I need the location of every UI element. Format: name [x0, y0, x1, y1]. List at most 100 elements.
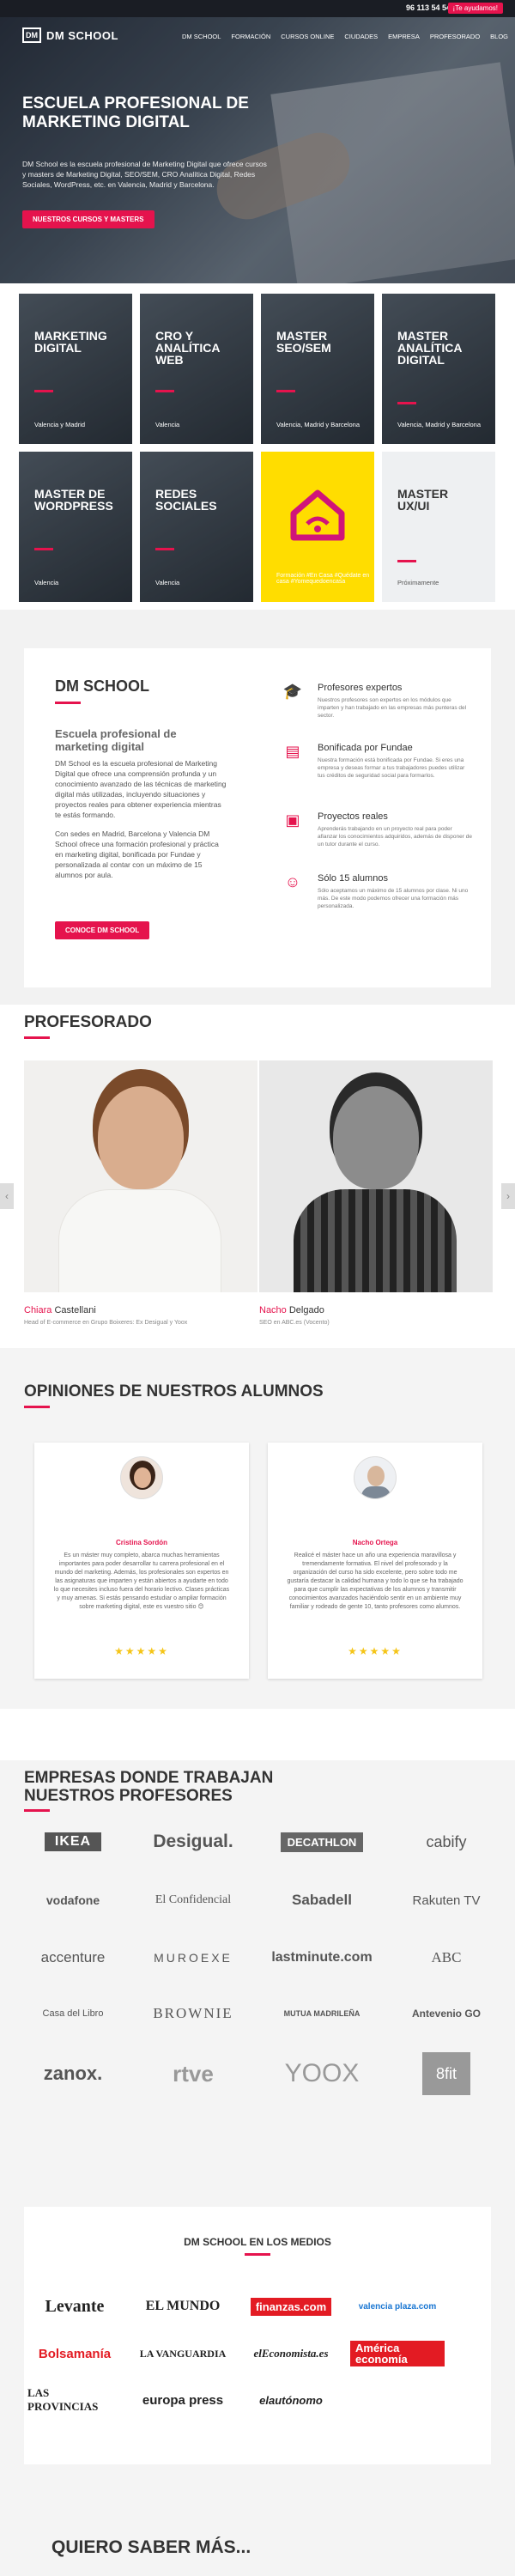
course-location: Valencia y Madrid: [34, 421, 86, 428]
logo-8fit: 8fit: [391, 2052, 502, 2095]
nav-item-blog[interactable]: BLOG: [490, 33, 508, 40]
companies-title: EMPRESAS DONDE TRABAJAN NUESTROS PROFESO…: [24, 1769, 274, 1805]
testimonial-name: Nacho Ortega: [352, 1539, 398, 1546]
testimonial-name: Cristina Sordón: [115, 1539, 167, 1546]
nav-item-formacion[interactable]: FORMACIÓN: [231, 33, 270, 40]
media-logo-valencia-plaza: valencia plaza.com: [358, 2301, 437, 2312]
teacher-photo-nacho[interactable]: [259, 1060, 493, 1292]
testimonial-card: Cristina Sordón Es un máster muy complet…: [34, 1443, 249, 1679]
course-card-marketing-digital[interactable]: MARKETING DIGITAL Valencia y Madrid: [19, 294, 132, 444]
logo-casa-del-libro: Casa del Libro: [42, 2008, 104, 2019]
logo-mutua-madrilena: MUTUA MADRILEÑA: [283, 2009, 360, 2018]
media-logo-elautonomo: elautónomo: [259, 2393, 323, 2407]
teachers-next-arrow[interactable]: ›: [501, 1183, 515, 1209]
feature-title: Profesores expertos: [318, 683, 403, 693]
nav-item-profesorado[interactable]: PROFESORADO: [430, 33, 480, 40]
graduation-cap-icon: 🎓: [282, 683, 303, 700]
course-card-master-wordpress[interactable]: MASTER DE WORDPRESS Valencia: [19, 452, 132, 602]
media-title: DM SCHOOL EN LOS MEDIOS: [184, 2236, 331, 2248]
feature-title: Bonificada por Fundae: [318, 743, 413, 753]
students-icon: ☺: [284, 873, 301, 890]
nav-item-cursos-online[interactable]: CURSOS ONLINE: [281, 33, 334, 40]
about-body-2: Con sedes en Madrid, Barcelona y Valenci…: [55, 829, 219, 879]
phone-number[interactable]: 96 113 54 54: [406, 3, 451, 12]
logo-muroexe: MUROEXE: [154, 1951, 233, 1965]
teacher-role-chiara: Head of E-commerce en Grupo Boixeres: Ex…: [24, 1320, 188, 1326]
course-card-master-analitica[interactable]: MASTER ANALÍTICA DIGITAL Valencia, Madri…: [382, 294, 495, 444]
teacher-photo-chiara[interactable]: [24, 1060, 258, 1292]
media-logo-europa-press: europa press: [142, 2392, 224, 2408]
course-title: MASTER ANALÍTICA DIGITAL: [397, 329, 462, 367]
logo-el-confidencial: El Confidencial: [154, 1893, 232, 1906]
logo-vodafone: vodafone: [45, 1893, 100, 1907]
testimonial-card: Nacho Ortega Realicé el máster hace un a…: [268, 1443, 482, 1679]
avatar: [354, 1456, 397, 1499]
about-section: DM SCHOOL Escuela profesional de marketi…: [0, 610, 515, 1005]
main-nav: DM SCHOOL FORMACIÓN CURSOS ONLINE CIUDAD…: [182, 33, 508, 40]
media-card: DM SCHOOL EN LOS MEDIOS Levante EL MUNDO…: [24, 2207, 491, 2464]
logo-yoox: YOOX: [284, 2059, 360, 2087]
about-card: DM SCHOOL Escuela profesional de marketi…: [24, 648, 491, 987]
testimonials-title: OPINIONES DE NUESTROS ALUMNOS: [24, 1382, 324, 1400]
logo-cabify: cabify: [426, 1832, 467, 1850]
testimonial-text: Es un máster muy completo, abarca muchas…: [53, 1552, 230, 1610]
logo-rtve: rtve: [173, 2060, 214, 2087]
media-logo-finanzas: finanzas.com: [244, 2295, 338, 2318]
course-location: Valencia: [34, 579, 59, 586]
feature-text: Sólo aceptamos un máximo de 15 alumnos p…: [318, 888, 469, 909]
house-wifi-icon: [290, 489, 345, 541]
course-card-master-ux-ui[interactable]: MASTER UX/UI Próximamente: [382, 452, 495, 602]
help-button[interactable]: ¡Te ayudamos!: [447, 3, 503, 14]
media-logo-eleconomista: elEconomista.es: [253, 2347, 329, 2360]
nav-item-ciudades[interactable]: CIUDADES: [344, 33, 378, 40]
course-location: Próximamente: [397, 579, 439, 586]
course-title: MASTER UX/UI: [397, 487, 449, 513]
nav-item-empresa[interactable]: EMPRESA: [388, 33, 420, 40]
course-card-master-seo-sem[interactable]: MASTER SEO/SEM Valencia, Madrid y Barcel…: [261, 294, 374, 444]
site-logo[interactable]: DM DM SCHOOL: [22, 27, 118, 43]
rating-stars: ★★★★★: [114, 1645, 169, 1657]
about-title: DM SCHOOL: [55, 677, 149, 695]
nav-item-dm-school[interactable]: DM SCHOOL: [182, 33, 221, 40]
course-card-redes-sociales[interactable]: REDES SOCIALES Valencia: [140, 452, 253, 602]
logo-brownie: BROWNIE: [153, 2005, 233, 2021]
logo-desigual: Desigual.: [153, 1832, 233, 1851]
fundae-icon: ▤: [285, 743, 300, 760]
courses-grid: MARKETING DIGITAL Valencia y Madrid CRO …: [0, 283, 515, 610]
course-card-en-casa[interactable]: Formación #En Casa #Quédate en casa #Yom…: [261, 452, 374, 602]
logo-decathlon: DECATHLON: [266, 1829, 378, 1855]
media-section: DM SCHOOL EN LOS MEDIOS Levante EL MUNDO…: [0, 2207, 515, 2482]
course-location: Valencia: [155, 421, 180, 428]
media-logo-la-vanguardia: LA VANGUARDIA: [139, 2347, 227, 2360]
media-logo-bolsamania: Bolsamanía: [38, 2346, 112, 2361]
course-title: CRO Y ANALÍTICA WEB: [155, 329, 220, 367]
logo-accenture: accenture: [40, 1949, 106, 1965]
about-body-1: DM School es la escuela profesional de M…: [55, 759, 227, 819]
feature-title: Proyectos reales: [318, 811, 388, 822]
teachers-title: PROFESORADO: [24, 1013, 152, 1031]
footer-cta-title: QUIERO SABER MÁS...: [52, 2537, 251, 2557]
hero-title: ESCUELA PROFESIONAL DE MARKETING DIGITAL: [22, 94, 249, 131]
course-card-cro-analitica[interactable]: CRO Y ANALÍTICA WEB Valencia: [140, 294, 253, 444]
course-location: Valencia, Madrid y Barcelona: [397, 421, 481, 428]
logo-rakuten: Rakuten TV: [412, 1893, 481, 1908]
logo-ikea: IKEA: [17, 1829, 129, 1855]
logo-sabadell: Sabadell: [292, 1892, 352, 1908]
course-location: Valencia, Madrid y Barcelona: [276, 421, 360, 428]
logo-lastminute: lastminute.com: [271, 1950, 373, 1965]
teacher-name-nacho: Nacho Delgado: [259, 1305, 324, 1315]
course-title: REDES SOCIALES: [155, 487, 217, 513]
media-logo-levante: Levante: [45, 2296, 105, 2316]
hero-section: DM DM SCHOOL DM SCHOOL FORMACIÓN CURSOS …: [0, 17, 515, 326]
teachers-prev-arrow[interactable]: ‹: [0, 1183, 14, 1209]
logo-zanox: zanox.: [43, 2063, 103, 2084]
briefcase-icon: ▣: [285, 811, 300, 829]
courses-button[interactable]: NUESTROS CURSOS Y MASTERS: [22, 210, 154, 228]
media-logo-las-provincias: LAS PROVINCIAS: [27, 2386, 99, 2413]
about-subtitle: Escuela profesional de marketing digital: [55, 727, 177, 753]
conoce-button[interactable]: CONOCE DM SCHOOL: [55, 921, 150, 939]
teacher-name-chiara: Chiara Castellani: [24, 1305, 96, 1315]
logo-mark: DM: [22, 27, 41, 43]
course-location: Valencia: [155, 579, 180, 586]
logo-abc: ABC: [431, 1949, 462, 1965]
